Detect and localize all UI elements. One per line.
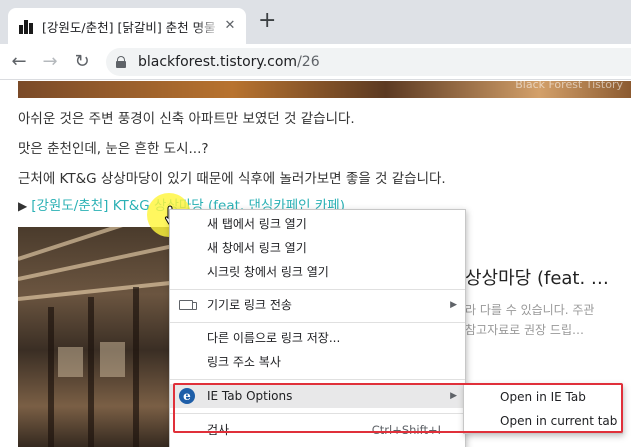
link-card-thumbnail[interactable] (18, 227, 172, 447)
url-path: /26 (297, 54, 320, 70)
paragraph: 맛은 춘천인데, 눈은 흔한 도시...? (18, 141, 209, 157)
context-menu: 새 탭에서 링크 열기 새 창에서 링크 열기 시크릿 창에서 링크 열기 기기… (169, 209, 466, 447)
link-card-description: 참고자료로 권장 드립… (465, 323, 584, 337)
ie-tab-submenu: Open in IE Tab Open in current tab (463, 384, 623, 434)
submenu-arrow-icon: ▶ (450, 300, 457, 310)
menu-separator (170, 322, 465, 323)
link-card-title[interactable]: 상상마당 (feat. … (465, 264, 609, 290)
reload-button[interactable]: ↻ (71, 51, 93, 73)
blog-favicon-icon (18, 18, 34, 34)
menu-open-in-current-tab[interactable]: Open in current tab (464, 409, 622, 433)
menu-item-label: 기기로 링크 전송 (207, 298, 292, 312)
close-tab-icon[interactable]: ✕ (222, 18, 238, 34)
tab-title: [강원도/춘천] [닭갈비] 춘천 명물 (42, 19, 216, 35)
menu-separator (170, 413, 465, 414)
banner-watermark: Black Forest Tistory (515, 81, 623, 91)
menu-shortcut: Ctrl+Shift+I (371, 423, 441, 437)
submenu-arrow-icon: ▶ (450, 391, 457, 401)
menu-ie-tab-options[interactable]: e IE Tab Options ▶ (170, 384, 465, 408)
url-text[interactable]: blackforest.tistory.com/26 (138, 54, 320, 70)
menu-open-in-new-window[interactable]: 새 창에서 링크 열기 (170, 236, 465, 260)
url-host: blackforest.tistory.com (138, 54, 298, 70)
menu-save-link-as[interactable]: 다른 이름으로 링크 저장... (170, 326, 465, 350)
paragraph: 아쉬운 것은 주변 풍경이 신축 아파트만 보였던 것 같습니다. (18, 111, 355, 127)
forward-button[interactable]: → (39, 51, 61, 73)
menu-separator (170, 379, 465, 380)
tab-strip: [강원도/춘천] [닭갈비] 춘천 명물 ✕ + (0, 0, 631, 44)
menu-open-in-ie-tab[interactable]: Open in IE Tab (464, 385, 622, 409)
address-bar[interactable]: blackforest.tistory.com/26 (106, 48, 631, 76)
paragraph: 근처에 KT&G 상상마당이 있기 때문에 식후에 놀러가보면 좋을 것 같습니… (18, 171, 446, 187)
menu-item-label: 검사 (207, 423, 230, 437)
menu-separator (170, 289, 465, 290)
triangle-marker-icon: ▶ (18, 199, 28, 213)
menu-send-to-devices[interactable]: 기기로 링크 전송 ▶ (170, 293, 465, 317)
tab-active[interactable]: [강원도/춘천] [닭갈비] 춘천 명물 ✕ (8, 8, 246, 44)
lock-icon[interactable] (116, 56, 126, 68)
menu-open-in-new-tab[interactable]: 새 탭에서 링크 열기 (170, 212, 465, 236)
menu-copy-link-address[interactable]: 링크 주소 복사 (170, 350, 465, 374)
back-button[interactable]: ← (8, 51, 30, 73)
devices-icon (179, 300, 197, 310)
ie-tab-icon: e (179, 388, 195, 404)
menu-item-label: IE Tab Options (207, 389, 293, 403)
menu-open-in-incognito[interactable]: 시크릿 창에서 링크 열기 (170, 260, 465, 284)
new-tab-button[interactable]: + (258, 10, 276, 32)
link-card-description: 라 다를 수 있습니다. 주관 (465, 303, 595, 317)
menu-inspect[interactable]: 검사 Ctrl+Shift+I (170, 418, 465, 442)
post-header-image: Black Forest Tistory (18, 81, 631, 98)
browser-toolbar: ← → ↻ blackforest.tistory.com/26 (0, 44, 631, 80)
